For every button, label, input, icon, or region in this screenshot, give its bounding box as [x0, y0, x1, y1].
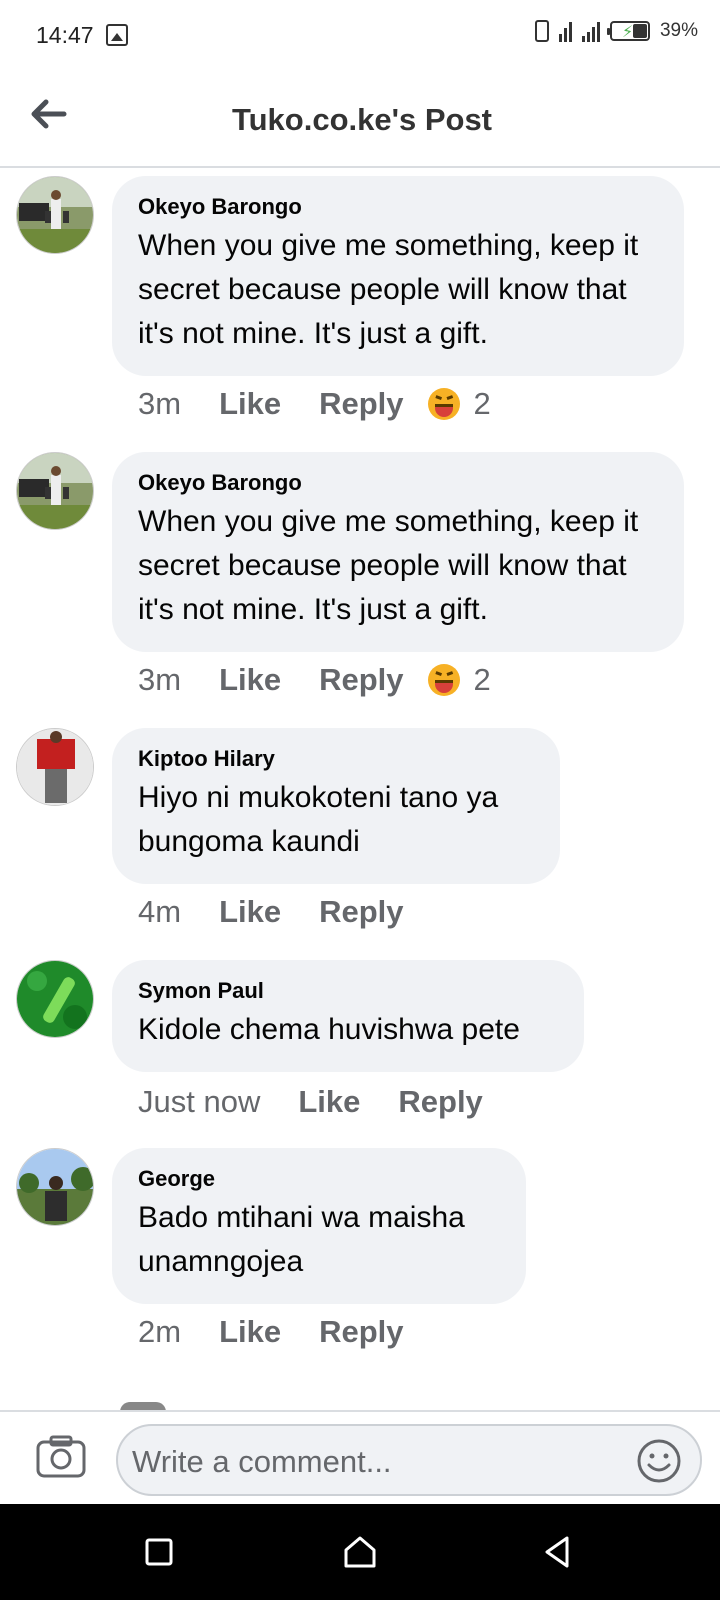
battery-percentage: 39% — [659, 20, 698, 41]
comment-actions: 3m Like Reply 2 — [138, 662, 491, 698]
avatar[interactable] — [16, 452, 94, 530]
comment-time[interactable]: 3m — [138, 662, 181, 698]
reply-button[interactable]: Reply — [319, 386, 403, 422]
comment-text: When you give me something, keep it secr… — [138, 505, 639, 626]
comment-bubble[interactable]: Kiptoo Hilary Hiyo ni mukokoteni tano ya… — [112, 728, 560, 884]
comment-text: Bado mtihani wa maisha unamngojea — [138, 1201, 465, 1278]
reaction-count: 2 — [473, 386, 491, 421]
comment-actions: Just now Like Reply — [138, 1084, 507, 1120]
like-button[interactable]: Like — [219, 894, 281, 930]
like-button[interactable]: Like — [298, 1084, 360, 1120]
comment-time[interactable]: Just now — [138, 1084, 260, 1120]
comment-author[interactable]: Symon Paul — [138, 978, 558, 1004]
comment-bubble[interactable]: Okeyo Barongo When you give me something… — [112, 452, 684, 652]
emoji-picker-icon[interactable] — [636, 1438, 682, 1484]
comment-bubble[interactable]: Symon Paul Kidole chema huvishwa pete — [112, 960, 584, 1072]
comment-input[interactable]: Write a comment... — [116, 1424, 702, 1496]
reply-button[interactable]: Reply — [398, 1084, 482, 1120]
avatar[interactable] — [16, 176, 94, 254]
reaction-count: 2 — [473, 662, 491, 697]
like-button[interactable]: Like — [219, 386, 281, 422]
status-bar: 14:47 ⚡ 39% — [0, 0, 720, 72]
battery-icon: ⚡ — [606, 21, 650, 41]
comment-bubble[interactable]: George Bado mtihani wa maisha unamngojea — [112, 1148, 526, 1304]
comment-actions: 2m Like Reply — [138, 1314, 428, 1350]
comment-actions: 4m Like Reply — [138, 894, 428, 930]
comment-text: Hiyo ni mukokoteni tano ya bungoma kaund… — [138, 781, 499, 858]
wifi-signal-icon — [558, 20, 572, 42]
comment-author[interactable]: Kiptoo Hilary — [138, 746, 534, 772]
comment-time[interactable]: 2m — [138, 1314, 181, 1350]
like-button[interactable]: Like — [219, 1314, 281, 1350]
avatar[interactable] — [16, 1148, 94, 1226]
like-button[interactable]: Like — [219, 662, 281, 698]
reply-button[interactable]: Reply — [319, 662, 403, 698]
comment-time[interactable]: 3m — [138, 386, 181, 422]
recent-apps-icon[interactable] — [137, 1530, 181, 1574]
laughing-emoji-icon — [427, 388, 460, 420]
comment-author[interactable]: George — [138, 1166, 500, 1192]
camera-icon[interactable] — [36, 1434, 86, 1478]
comment-author[interactable]: Okeyo Barongo — [138, 194, 658, 220]
laughing-emoji-icon — [427, 664, 460, 696]
comment-actions: 3m Like Reply 2 — [138, 386, 491, 422]
reply-button[interactable]: Reply — [319, 894, 403, 930]
vibrate-icon — [534, 20, 549, 42]
comment-text: Kidole chema huvishwa pete — [138, 1013, 520, 1046]
cell-signal-icon — [581, 20, 600, 42]
post-header: Tuko.co.ke's Post — [0, 72, 720, 168]
reply-button[interactable]: Reply — [319, 1314, 403, 1350]
image-notification-icon — [106, 24, 128, 46]
comment-input-placeholder: Write a comment... — [132, 1444, 392, 1479]
comment-time[interactable]: 4m — [138, 894, 181, 930]
back-icon[interactable] — [535, 1530, 579, 1574]
reaction-summary[interactable]: 2 — [427, 386, 491, 422]
home-icon[interactable] — [338, 1530, 382, 1574]
system-nav-bar — [0, 1504, 720, 1600]
comment-bubble[interactable]: Okeyo Barongo When you give me something… — [112, 176, 684, 376]
status-icons: ⚡ 39% — [534, 20, 698, 42]
reaction-summary[interactable]: 2 — [427, 662, 491, 698]
avatar[interactable] — [16, 960, 94, 1038]
avatar[interactable] — [16, 728, 94, 806]
status-time: 14:47 — [36, 22, 94, 48]
comment-text: When you give me something, keep it secr… — [138, 229, 639, 350]
comment-author[interactable]: Okeyo Barongo — [138, 470, 658, 496]
page-title: Tuko.co.ke's Post — [231, 102, 493, 137]
comment-composer: Write a comment... — [0, 1410, 720, 1502]
